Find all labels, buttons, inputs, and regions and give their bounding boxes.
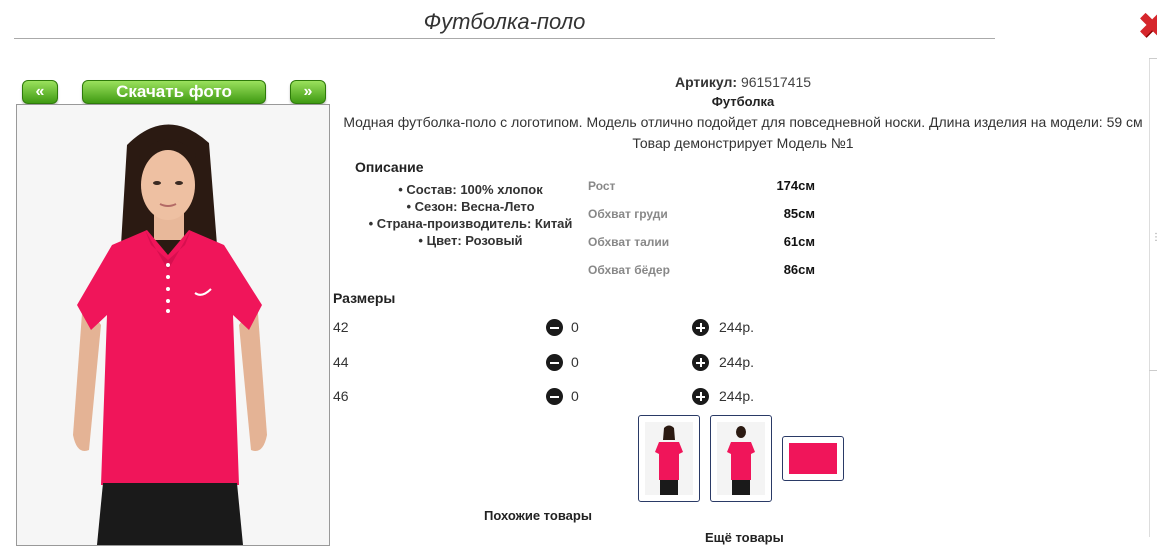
- similar-products-heading: Похожие товары: [484, 508, 592, 523]
- scrollbar-tick: [1149, 58, 1157, 59]
- article-label: Артикул:: [674, 74, 738, 90]
- size-quantity: 0: [571, 319, 579, 335]
- minus-circle-icon[interactable]: [546, 388, 563, 405]
- product-description: Модная футболка-поло с логотипом. Модель…: [343, 114, 1143, 130]
- thumbnail-back-image: [727, 426, 755, 495]
- size-quantity: 0: [571, 354, 579, 370]
- size-label: 42: [333, 319, 349, 335]
- model-note: Товар демонстрирует Модель №1: [632, 135, 854, 151]
- plus-circle-icon[interactable]: [692, 388, 709, 405]
- plus-circle-icon[interactable]: [692, 319, 709, 336]
- prev-photo-button[interactable]: «: [22, 80, 58, 104]
- measurement-value: 61см: [783, 234, 815, 249]
- next-photo-button[interactable]: »: [290, 80, 326, 104]
- size-label: 44: [333, 354, 349, 370]
- page-title: Футболка-поло: [14, 8, 995, 39]
- scrollbar-tick: [1149, 370, 1157, 371]
- measurement-value: 86см: [783, 262, 815, 277]
- download-photo-button[interactable]: Скачать фото: [82, 80, 266, 104]
- minus-circle-icon[interactable]: [546, 354, 563, 371]
- measurement-value: 85см: [783, 206, 815, 221]
- description-heading: Описание: [355, 159, 424, 175]
- measurement-value: 174см: [776, 178, 815, 193]
- thumbnail-front-image: [655, 425, 683, 495]
- measurement-label: Обхват груди: [588, 207, 668, 221]
- more-products-link[interactable]: Ещё товары: [705, 530, 784, 545]
- thumbnail-color-swatch[interactable]: [782, 436, 844, 481]
- thumbnail-back[interactable]: [710, 415, 772, 502]
- description-item: • Сезон: Весна-Лето: [406, 199, 535, 214]
- plus-circle-icon[interactable]: [692, 354, 709, 371]
- color-swatch: [789, 443, 837, 474]
- description-item: • Состав: 100% хлопок: [398, 182, 543, 197]
- sizes-heading: Размеры: [333, 290, 396, 306]
- measurement-label: Обхват талии: [588, 235, 670, 249]
- description-item: • Цвет: Розовый: [418, 233, 523, 248]
- article-line: Артикул: 961517415: [333, 74, 1153, 90]
- close-icon[interactable]: ✖: [1137, 8, 1157, 44]
- size-price: 244р.: [719, 388, 755, 404]
- measurement-label: Обхват бёдер: [588, 263, 670, 277]
- article-value: 961517415: [740, 74, 812, 90]
- measurement-label: Рост: [588, 179, 616, 193]
- product-type: Футболка: [711, 94, 775, 109]
- size-label: 46: [333, 388, 349, 404]
- size-price: 244р.: [719, 354, 755, 370]
- minus-circle-icon[interactable]: [546, 319, 563, 336]
- size-quantity: 0: [571, 388, 579, 404]
- size-price: 244р.: [719, 319, 755, 335]
- product-photo: [16, 104, 330, 546]
- scrollbar-grip-icon[interactable]: ⋮: [1151, 232, 1157, 243]
- model-illustration: [17, 105, 329, 545]
- description-item: • Страна-производитель: Китай: [368, 216, 573, 231]
- thumbnail-front[interactable]: [638, 415, 700, 502]
- description-list: • Состав: 100% хлопок • Сезон: Весна-Лет…: [343, 181, 598, 249]
